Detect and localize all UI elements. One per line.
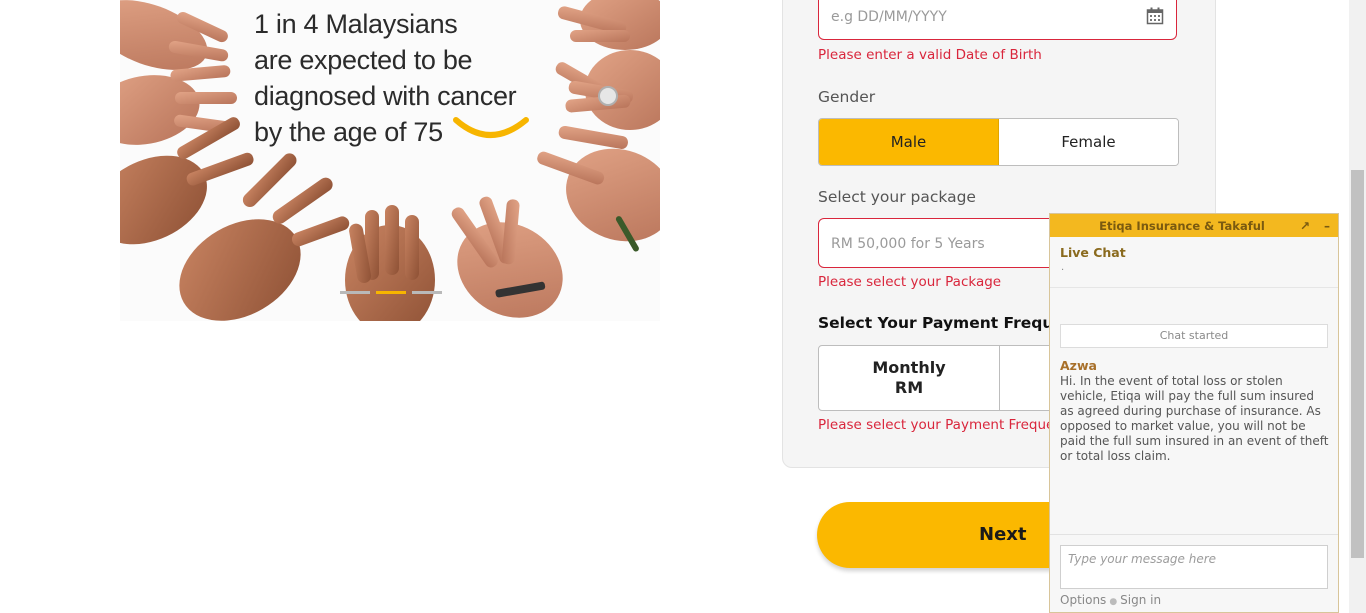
chat-started-notice: Chat started [1060, 324, 1328, 348]
agent-name: Azwa [1060, 358, 1097, 373]
live-chat-widget: Etiqa Insurance & Takaful ↗ – Live Chat … [1049, 213, 1339, 613]
frequency-monthly-amount: RM [894, 378, 924, 397]
carousel-dot[interactable] [340, 291, 370, 294]
page-scrollbar[interactable] [1349, 0, 1366, 613]
options-link[interactable]: Options [1060, 593, 1106, 607]
chat-message-input[interactable] [1060, 545, 1328, 589]
banner-line-2: are expected to be [254, 45, 473, 75]
separator-dot: ● [1109, 597, 1118, 607]
calendar-icon[interactable] [1146, 7, 1164, 25]
frequency-error: Please select your Payment Frequency [818, 417, 1050, 433]
carousel-indicators [340, 291, 442, 294]
banner-line-4: by the age of 75 [254, 117, 443, 147]
chat-title: Etiqa Insurance & Takaful [1099, 218, 1265, 233]
dob-error: Please enter a valid Date of Birth [818, 47, 1042, 63]
hero-banner: 1 in 4 Malaysians are expected to be dia… [120, 0, 660, 321]
gender-selector: Male Female [818, 118, 1179, 166]
divider [1050, 287, 1338, 288]
dob-field[interactable]: e.g DD/MM/YYYY [818, 0, 1177, 40]
dob-placeholder: e.g DD/MM/YYYY [831, 9, 947, 25]
live-chat-label: Live Chat [1060, 245, 1126, 260]
gender-label: Gender [818, 88, 876, 106]
frequency-monthly-title: Monthly [872, 358, 946, 377]
sign-in-link[interactable]: Sign in [1120, 593, 1161, 607]
divider [1050, 534, 1338, 535]
scrollbar-thumb[interactable] [1351, 170, 1364, 558]
carousel-dot-active[interactable] [376, 291, 406, 294]
live-chat-subtitle: . [1061, 262, 1065, 273]
banner-line-1: 1 in 4 Malaysians [254, 9, 458, 39]
package-error: Please select your Package [818, 274, 1002, 290]
banner-headline: 1 in 4 Malaysians are expected to be dia… [254, 6, 554, 150]
carousel-dot[interactable] [412, 291, 442, 294]
agent-message: Hi. In the event of total loss or stolen… [1060, 374, 1329, 463]
popout-icon[interactable]: ↗ [1294, 219, 1316, 233]
gender-male-option[interactable]: Male [819, 119, 999, 165]
package-label: Select your package [818, 188, 976, 206]
next-button-label: Next [979, 524, 1027, 545]
frequency-monthly-option[interactable]: Monthly RM [819, 346, 1000, 410]
banner-line-3: diagnosed with cancer [254, 81, 517, 111]
payment-frequency-label: Select Your Payment Frequency [818, 314, 1053, 332]
minimize-icon[interactable]: – [1316, 219, 1338, 233]
chat-header[interactable]: Etiqa Insurance & Takaful ↗ – [1050, 214, 1338, 237]
chat-footer: Options ● Sign in [1060, 593, 1161, 607]
gender-female-option[interactable]: Female [999, 119, 1178, 165]
package-placeholder: RM 50,000 for 5 Years [831, 236, 985, 252]
